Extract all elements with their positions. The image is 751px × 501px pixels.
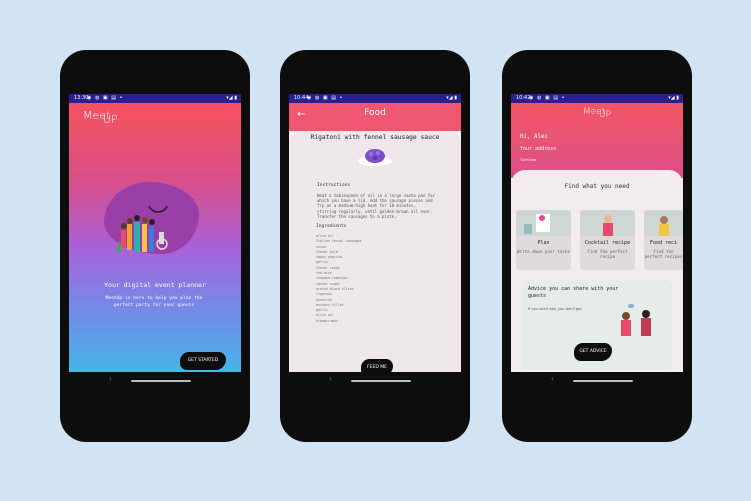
advice-quote: If you don't ask, you don't get [528,307,582,311]
nav-back-icon[interactable]: ‹ [551,375,554,383]
greeting-text: Hi, Alec [520,134,548,140]
instructions-text: Heat a tablespoon of oil in a large saut… [317,193,436,219]
intro-description: MeetUp is here to help you plan the perf… [105,296,203,308]
food-recipe-tile[interactable]: Food reci Find the perfect recipes [644,210,683,270]
food-header: ← Food [289,103,461,131]
meetup-logo: Meet UP [83,109,118,126]
status-bar: 10:44 ◉ ◍ ▣ ▤ • ▾◢ ▮ [289,94,461,103]
advice-card: Advice you can share with your guests If… [522,280,672,370]
nav-back-icon[interactable]: ‹ [109,375,112,383]
plan-illustration [516,210,571,236]
phone-food-recipe: 10:44 ◉ ◍ ▣ ▤ • ▾◢ ▮ ← Food Rigatoni wit… [280,50,470,442]
onboarding-screen: 13:30 ◉ ◍ ▣ ▤ • ▾◢ ▮ Meet UP Your digital… [69,94,241,390]
tagline: Your digital event planner [104,281,206,289]
recipe-title: Rigatoni with fennel sausage sauce [310,134,440,141]
system-nav-bar: ‹ [511,372,683,390]
instructions-label: Instructions [317,183,351,188]
find-heading: Find what you need [564,183,630,190]
status-bar: 13:30 ◉ ◍ ▣ ▤ • ▾◢ ▮ [69,94,241,103]
friends-illustration [116,206,168,252]
phone-onboarding: 13:30 ◉ ◍ ▣ ▤ • ▾◢ ▮ Meet UP Your digital… [60,50,250,442]
plan-tile[interactable]: Plan Write down your tasks [516,210,571,270]
cocktail-recipe-tile[interactable]: Cocktail recipe Find the perfect recipe [580,210,635,270]
home-screen: 10:42 ◉ ◍ ▣ ▤ • ▾◢ ▮ Meet UP Hi, Alec You… [511,94,683,390]
status-bar: 10:42 ◉ ◍ ▣ ▤ • ▾◢ ▮ [511,94,683,103]
get-advice-button[interactable]: GET ADVICE [574,343,612,361]
ingredients-list: olive oil Italian fennel sausages onion fen… [316,234,362,324]
system-nav-bar: ‹ [289,372,461,390]
ingredient-item: Italian fennel sausages [316,239,362,244]
signal-battery-icon: ▾◢ ▮ [668,95,679,101]
pasta-plate-image [358,149,392,166]
notification-icons: ◉ ◍ ▣ ▤ • [87,95,124,101]
phone-home-dashboard: 10:42 ◉ ◍ ▣ ▤ • ▾◢ ▮ Meet UP Hi, Alec You… [502,50,692,442]
page-title: Food [364,108,386,118]
nav-back-icon[interactable]: ‹ [329,375,332,383]
signal-battery-icon: ▾◢ ▮ [226,95,237,101]
meetup-logo: Meet UP [583,107,612,120]
food-screen: 10:44 ◉ ◍ ▣ ▤ • ▾◢ ▮ ← Food Rigatoni wit… [289,94,461,390]
home-gesture-bar[interactable] [351,380,411,382]
signal-battery-icon: ▾◢ ▮ [446,95,457,101]
system-nav-bar: ‹ [69,372,241,390]
address-label: Your address [520,146,557,152]
home-gesture-bar[interactable] [573,380,633,382]
ingredient-item: breadcrumbs [316,318,338,323]
advice-heading: Advice you can share with your guests [528,286,619,299]
get-started-button[interactable]: GET STARTED [180,352,226,370]
food-illustration [644,210,683,236]
cocktail-illustration [580,210,635,236]
address-value[interactable]: Tottham [520,157,536,162]
notification-icons: ◉ ◍ ▣ ▤ • [307,95,344,101]
notification-icons: ◉ ◍ ▣ ▤ • [529,95,566,101]
advice-illustration [621,304,651,336]
recipe-card [289,131,461,390]
ingredients-label: Ingredients [316,224,347,229]
home-gesture-bar[interactable] [131,380,191,382]
